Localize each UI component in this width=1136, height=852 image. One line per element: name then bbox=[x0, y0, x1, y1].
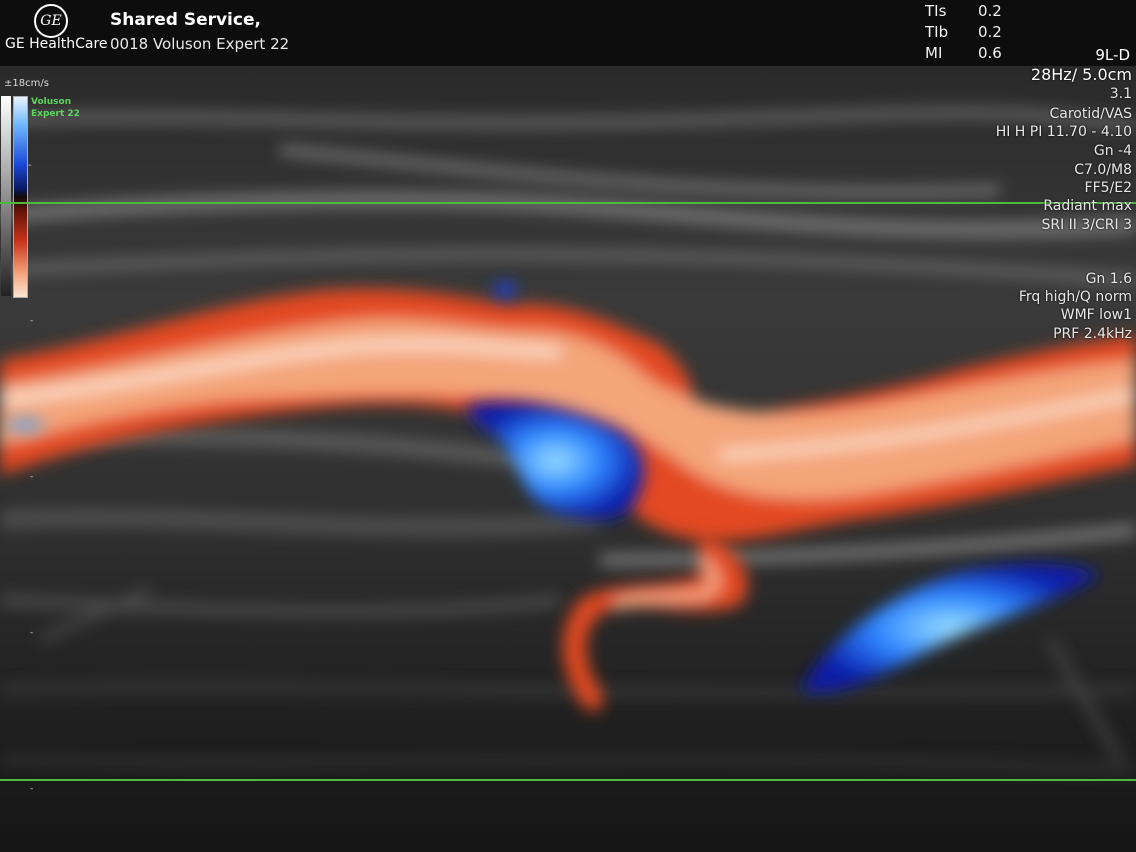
depth-tick: - bbox=[30, 628, 34, 638]
site-name: Shared Service, bbox=[110, 10, 261, 30]
ff-setting: FF5/E2 bbox=[1084, 180, 1132, 196]
grayscale-bar bbox=[1, 96, 11, 296]
color-gain-setting: Gn 1.6 bbox=[1085, 271, 1132, 287]
ultrasound-image[interactable] bbox=[0, 66, 1136, 852]
preset-name: Carotid/VAS bbox=[1049, 106, 1133, 122]
brand-name: GE HealthCare bbox=[5, 36, 108, 52]
velocity-scale-label: ±18cm/s bbox=[4, 78, 49, 89]
frame-rate-depth: 28Hz/ 5.0cm bbox=[1030, 65, 1132, 84]
tib-label: TIb bbox=[925, 23, 949, 41]
depth-tick: - bbox=[30, 784, 34, 794]
gain-setting: Gn -4 bbox=[1093, 143, 1132, 159]
tib-value: 0.2 bbox=[978, 23, 1002, 41]
depth-tick: - bbox=[30, 472, 34, 482]
color-roi-top-line[interactable] bbox=[0, 202, 1136, 204]
tis-value: 0.2 bbox=[978, 2, 1002, 20]
header-bar: GE GE HealthCare Shared Service, 0018 Vo… bbox=[0, 0, 1136, 66]
map-setting: C7.0/M8 bbox=[1074, 162, 1132, 178]
product-label-line2: Expert 22 bbox=[31, 109, 80, 119]
color-velocity-bar bbox=[13, 96, 28, 298]
mi-label: MI bbox=[925, 44, 943, 62]
radiant-setting: Radiant max bbox=[1043, 198, 1132, 214]
tis-label: TIs bbox=[925, 2, 947, 20]
prf-setting: PRF 2.4kHz bbox=[1053, 326, 1132, 342]
probe-name: 9L-D bbox=[1095, 46, 1130, 64]
colorbar-mark: - bbox=[28, 160, 32, 171]
ge-logo-icon: GE bbox=[34, 4, 68, 38]
product-label-line1: Voluson bbox=[31, 97, 72, 107]
harmonic-setting: HI H PI 11.70 - 4.10 bbox=[995, 124, 1132, 140]
color-roi-bottom-line[interactable] bbox=[0, 779, 1136, 781]
frequency-setting: Frq high/Q norm bbox=[1018, 289, 1132, 305]
param-value: 3.1 bbox=[1109, 86, 1132, 102]
depth-tick: - bbox=[30, 316, 34, 326]
wmf-setting: WMF low1 bbox=[1060, 307, 1132, 323]
system-name: 0018 Voluson Expert 22 bbox=[110, 35, 290, 53]
mi-value: 0.6 bbox=[978, 44, 1002, 62]
sri-setting: SRI II 3/CRI 3 bbox=[1041, 217, 1132, 233]
